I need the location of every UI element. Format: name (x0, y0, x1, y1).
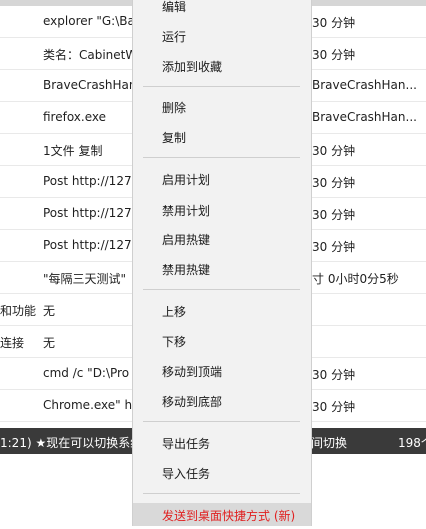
context-menu: 编辑 运行 添加到收藏 删除 复制 启用计划 禁用计划 启用热键 禁用热键 上移… (132, 0, 312, 526)
row-cell-1: BraveCrashHan (43, 78, 133, 92)
menu-item-move-up[interactable]: 上移 (133, 300, 311, 324)
menu-item-enable-hotkey[interactable]: 启用热键 (133, 228, 311, 252)
menu-item-delete[interactable]: 删除 (133, 96, 311, 120)
menu-separator (143, 421, 300, 422)
row-cell-2: 30 分钟 (312, 144, 356, 158)
row-cell-0: 和功能 (0, 304, 37, 318)
status-message-tail: 间切换 (311, 436, 348, 450)
menu-separator (143, 86, 300, 87)
task-count: 198个 (398, 436, 426, 450)
menu-item-disable-schedule[interactable]: 禁用计划 (133, 199, 311, 223)
menu-item-import-tasks[interactable]: 导入任务 (133, 462, 311, 486)
row-cell-1: 无 (43, 336, 56, 350)
menu-item-edit[interactable]: 编辑 (133, 0, 311, 19)
menu-separator (143, 157, 300, 158)
menu-item-export-tasks[interactable]: 导出任务 (133, 432, 311, 456)
row-cell-2: 30 分钟 (312, 400, 356, 414)
menu-item-run[interactable]: 运行 (133, 25, 311, 49)
row-cell-1: explorer "G:\Ba (43, 14, 133, 28)
row-cell-2: 30 分钟 (312, 48, 356, 62)
menu-item-copy[interactable]: 复制 (133, 126, 311, 150)
row-cell-2: 30 分钟 (312, 240, 356, 254)
row-cell-2: 30 分钟 (312, 16, 356, 30)
row-cell-1: firefox.exe (43, 110, 107, 124)
row-cell-2: BraveCrashHan... (312, 110, 417, 124)
row-cell-1: 无 (43, 304, 56, 318)
row-cell-2: 寸 0小时0分5秒 (312, 272, 399, 286)
row-cell-1: cmd /c "D:\Pro (43, 366, 130, 380)
row-cell-2: 30 分钟 (312, 176, 356, 190)
menu-separator (143, 289, 300, 290)
row-cell-1: Chrome.exe" ht (43, 398, 133, 412)
menu-item-move-bottom[interactable]: 移动到底部 (133, 390, 311, 414)
row-cell-1: 1文件 复制 (43, 144, 103, 158)
menu-item-send-desktop-shortcut[interactable]: 发送到桌面快捷方式 (新) (133, 503, 311, 526)
row-cell-1: "每隔三天测试" (43, 272, 127, 286)
row-cell-1: Post http://127 (43, 174, 132, 188)
menu-item-disable-hotkey[interactable]: 禁用热键 (133, 258, 311, 282)
row-cell-2: 30 分钟 (312, 368, 356, 382)
menu-item-move-top[interactable]: 移动到顶端 (133, 360, 311, 384)
row-cell-2: 30 分钟 (312, 208, 356, 222)
row-cell-2: BraveCrashHan... (312, 78, 417, 92)
menu-item-move-down[interactable]: 下移 (133, 330, 311, 354)
row-cell-1: 类名：CabinetW (43, 48, 133, 62)
row-cell-0: 连接 (0, 336, 25, 350)
status-message: 1:21) ★现在可以切换系统 (0, 436, 143, 450)
row-cell-1: Post http://127 (43, 238, 132, 252)
row-cell-1: Post http://127 (43, 206, 132, 220)
menu-item-add-favorite[interactable]: 添加到收藏 (133, 55, 311, 79)
menu-separator (143, 493, 300, 494)
menu-item-enable-schedule[interactable]: 启用计划 (133, 168, 311, 192)
